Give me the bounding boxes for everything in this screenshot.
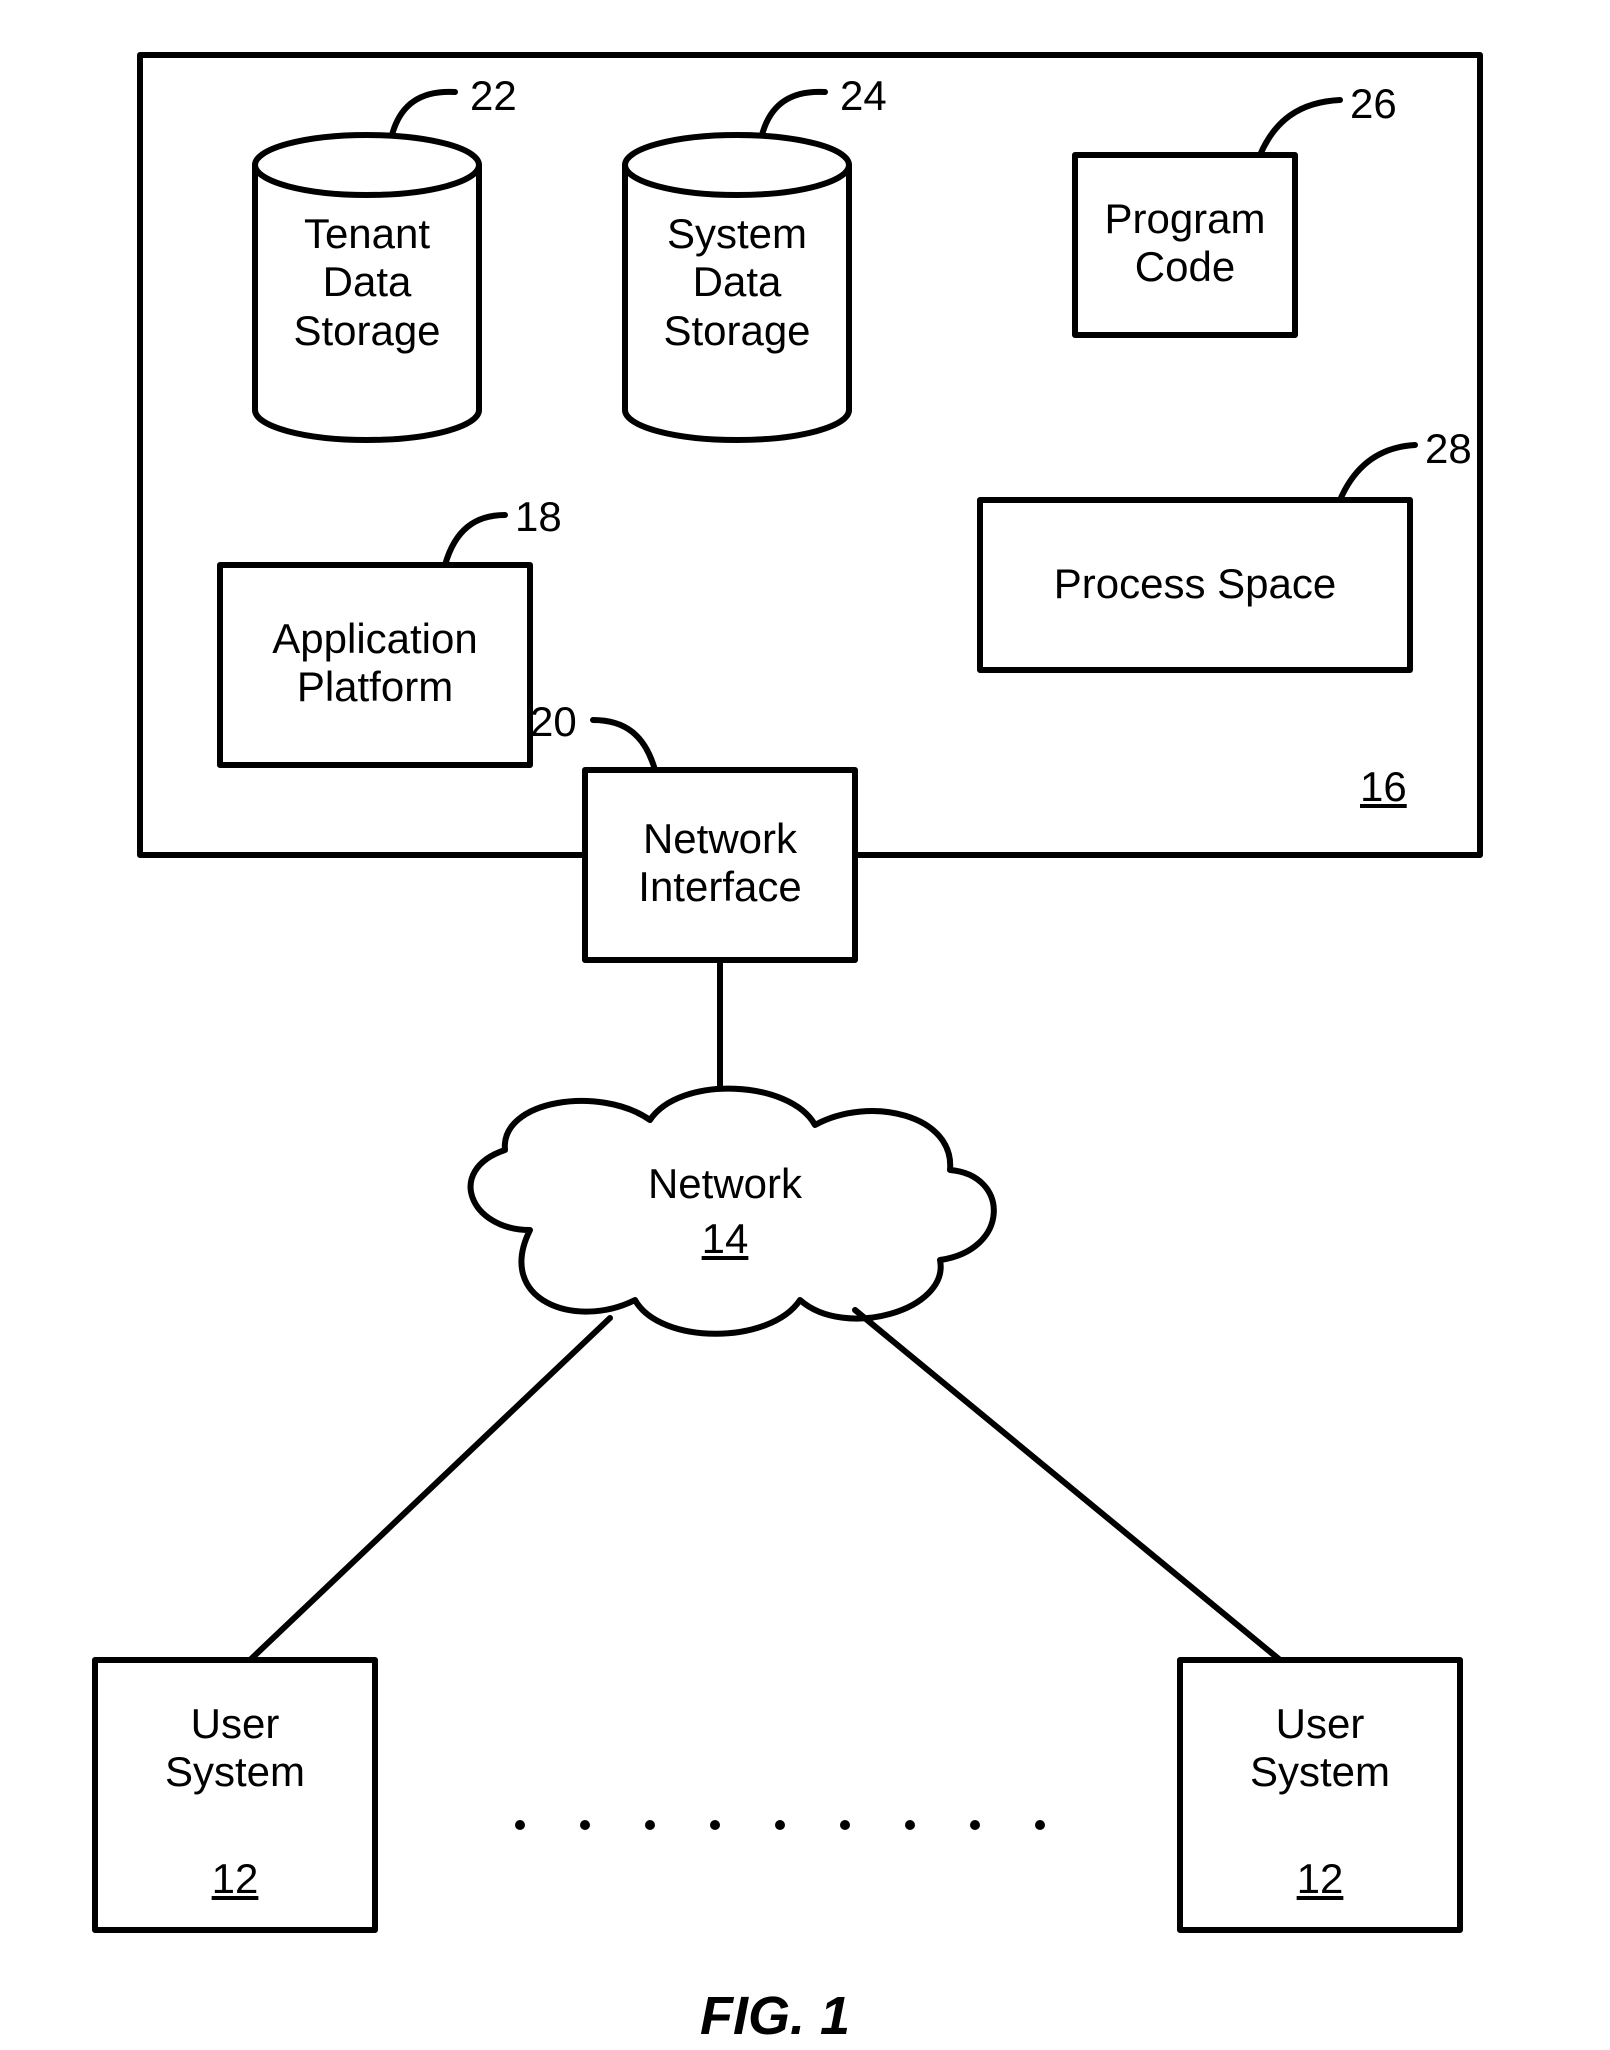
ref-14: 14 [700, 1215, 750, 1263]
leader-18 [445, 515, 505, 565]
system-data-storage-label: System Data Storage [625, 210, 849, 355]
ref-22: 22 [470, 72, 517, 120]
ref-26: 26 [1350, 80, 1397, 128]
ref-20: 20 [530, 698, 577, 746]
tenant-data-storage-label: Tenant Data Storage [255, 210, 479, 355]
network-interface-label: Network Interface [585, 815, 855, 912]
user-system-right-label: User System [1180, 1700, 1460, 1797]
diagram-stage: 22 Tenant Data Storage 24 System Data St… [0, 0, 1610, 2050]
application-platform-label: Application Platform [220, 615, 530, 712]
leader-24 [762, 92, 825, 135]
leader-26 [1260, 100, 1340, 155]
leader-20 [593, 720, 655, 770]
network-label: Network [610, 1160, 840, 1208]
link-network-to-right-user [855, 1310, 1280, 1660]
ref-12-right: 12 [1295, 1855, 1345, 1903]
ref-16: 16 [1360, 763, 1407, 811]
ref-12-left: 12 [210, 1855, 260, 1903]
user-systems-ellipsis [515, 1820, 1045, 1830]
figure-caption: FIG. 1 [700, 1985, 850, 2047]
link-network-to-left-user [250, 1318, 610, 1660]
leader-28 [1340, 445, 1415, 500]
server-box [140, 55, 1480, 855]
ref-24: 24 [840, 72, 887, 120]
network-cloud [471, 1089, 994, 1334]
program-code-label: Program Code [1075, 195, 1295, 292]
leader-22 [392, 92, 455, 135]
user-system-left-label: User System [95, 1700, 375, 1797]
ref-18: 18 [515, 493, 562, 541]
process-space-label: Process Space [980, 560, 1410, 608]
ref-28: 28 [1425, 425, 1472, 473]
